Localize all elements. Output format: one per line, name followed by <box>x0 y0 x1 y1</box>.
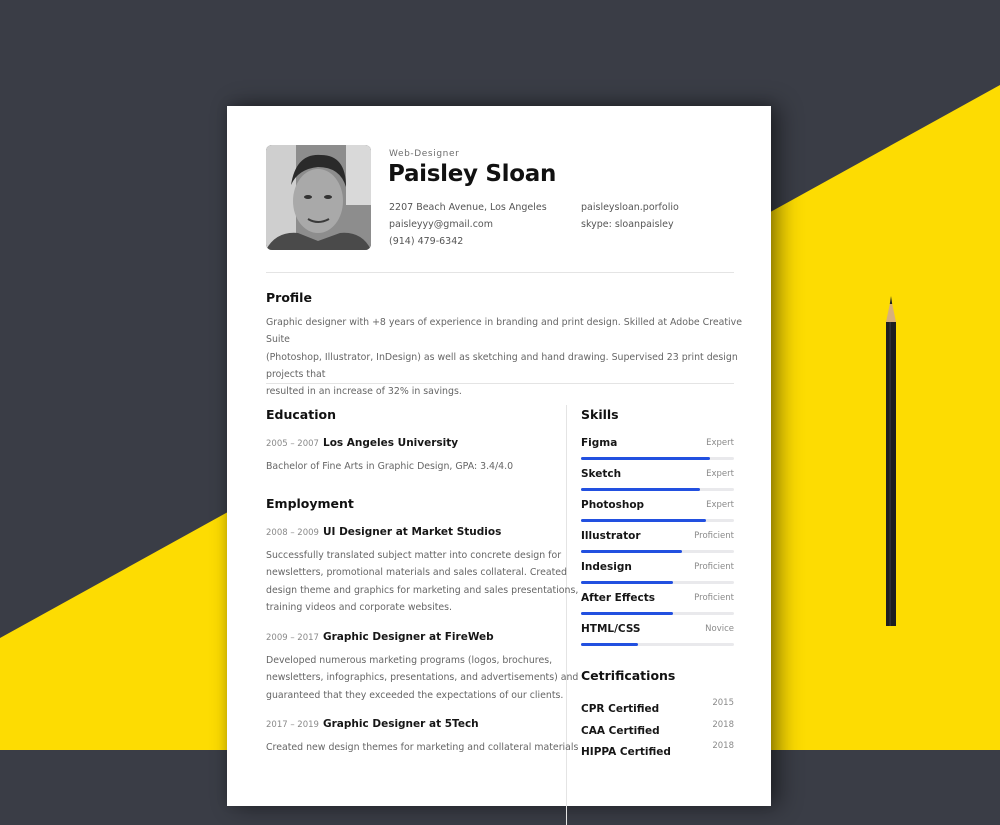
description-line: Successfully translated subject matter i… <box>266 550 562 561</box>
certification-item: CAA Certified 2018 <box>581 719 734 738</box>
profile-divider <box>266 383 734 384</box>
skill-level: Proficient <box>694 531 734 541</box>
skill-name: After Effects <box>581 592 655 604</box>
skill-progress-track <box>581 581 734 584</box>
certification-name: CAA Certified <box>581 725 660 737</box>
skill-progress-fill <box>581 581 673 584</box>
portfolio-link[interactable]: paisleysloan.porfolio <box>581 202 679 213</box>
certification-name: CPR Certified <box>581 703 660 715</box>
skill-progress-track <box>581 457 734 460</box>
employment-years: 2008 – 2009 <box>266 528 319 538</box>
skill-name: Indesign <box>581 561 632 573</box>
skill-progress-fill <box>581 519 707 522</box>
skill-name: Sketch <box>581 468 622 480</box>
resume-page: Web-Designer Paisley Sloan 2207 Beach Av… <box>227 106 771 825</box>
skill-progress-track <box>581 519 734 522</box>
education-school: Los Angeles University <box>323 437 459 449</box>
certification-year: 2018 <box>712 720 734 730</box>
profile-summary: Graphic designer with +8 years of experi… <box>266 314 746 400</box>
skill-item: Indesign Proficient <box>581 561 734 592</box>
skills-heading: Skills <box>581 407 619 422</box>
description-line: newsletters, infographics, presentations… <box>266 672 579 684</box>
description-line: training videos and corporate websites. <box>266 601 453 613</box>
description-line: Created new design themes for marketing … <box>266 742 579 753</box>
employment-title: UI Designer at Market Studios <box>323 526 502 538</box>
skill-name: HTML/CSS <box>581 623 641 635</box>
certifications-heading: Cetrifications <box>581 668 676 683</box>
skill-level: Expert <box>706 500 734 510</box>
employment-title: Graphic Designer at 5Tech <box>323 718 479 730</box>
description-line: Developed numerous marketing programs (l… <box>266 655 553 666</box>
skill-level: Expert <box>706 438 734 448</box>
description-line: newsletters, promotional materials and s… <box>266 567 567 579</box>
skill-progress-fill <box>581 612 673 615</box>
skill-progress-track <box>581 643 734 646</box>
skill-progress-fill <box>581 457 710 460</box>
education-heading: Education <box>266 407 336 422</box>
skill-level: Expert <box>706 469 734 479</box>
employment-heading: Employment <box>266 496 354 511</box>
skill-name: Figma <box>581 437 618 449</box>
skill-name: Illustrator <box>581 530 641 542</box>
employment-title: Graphic Designer at FireWeb <box>323 631 494 643</box>
skill-progress-track <box>581 488 734 491</box>
skill-progress-fill <box>581 488 701 491</box>
skill-item: Figma Expert <box>581 437 734 468</box>
employment-years: 2017 – 2019 <box>266 720 319 730</box>
employment-description: Created new design themes for marketing … <box>266 739 578 756</box>
profile-line: resulted in an increase of 32% in saving… <box>266 386 462 398</box>
skill-level: Proficient <box>694 593 734 603</box>
header-divider <box>266 272 734 273</box>
certification-name: HIPPA Certified <box>581 746 671 758</box>
profile-heading: Profile <box>266 290 312 305</box>
skill-level: Novice <box>705 624 734 634</box>
profile-line: Graphic designer with +8 years of experi… <box>266 317 742 346</box>
certification-year: 2015 <box>712 698 734 708</box>
address: 2207 Beach Avenue, Los Angeles <box>389 202 547 213</box>
skill-progress-track <box>581 612 734 615</box>
full-name: Paisley Sloan <box>388 161 557 187</box>
employment-years: 2009 – 2017 <box>266 633 319 643</box>
avatar-icon <box>266 145 371 250</box>
skill-item: After Effects Proficient <box>581 592 734 623</box>
skill-item: HTML/CSS Novice <box>581 623 734 654</box>
certification-item: CPR Certified 2015 <box>581 697 734 716</box>
education-detail: Bachelor of Fine Arts in Graphic Design,… <box>266 461 514 472</box>
skill-item: Photoshop Expert <box>581 499 734 530</box>
job-role: Web-Designer <box>389 149 460 159</box>
employment-description: Successfully translated subject matter i… <box>266 547 578 616</box>
skype-handle: skype: sloanpaisley <box>581 219 674 230</box>
employment-description: Developed numerous marketing programs (l… <box>266 652 578 704</box>
skill-progress-track <box>581 550 734 553</box>
pencil-icon <box>886 296 896 626</box>
description-line: design theme and graphics for marketing … <box>266 584 579 596</box>
skill-progress-fill <box>581 550 682 553</box>
email-link[interactable]: paisleyyy@gmail.com <box>389 219 493 230</box>
skill-item: Illustrator Proficient <box>581 530 734 561</box>
profile-line: (Photoshop, Illustrator, InDesign) as we… <box>266 351 738 380</box>
education-years: 2005 – 2007 <box>266 439 319 449</box>
phone: (914) 479-6342 <box>389 236 464 247</box>
skill-item: Sketch Expert <box>581 468 734 499</box>
skill-level: Proficient <box>694 562 734 572</box>
skill-name: Photoshop <box>581 499 645 511</box>
skill-progress-fill <box>581 643 638 646</box>
description-line: guaranteed that they exceeded the expect… <box>266 689 564 701</box>
profile-photo <box>266 145 371 250</box>
